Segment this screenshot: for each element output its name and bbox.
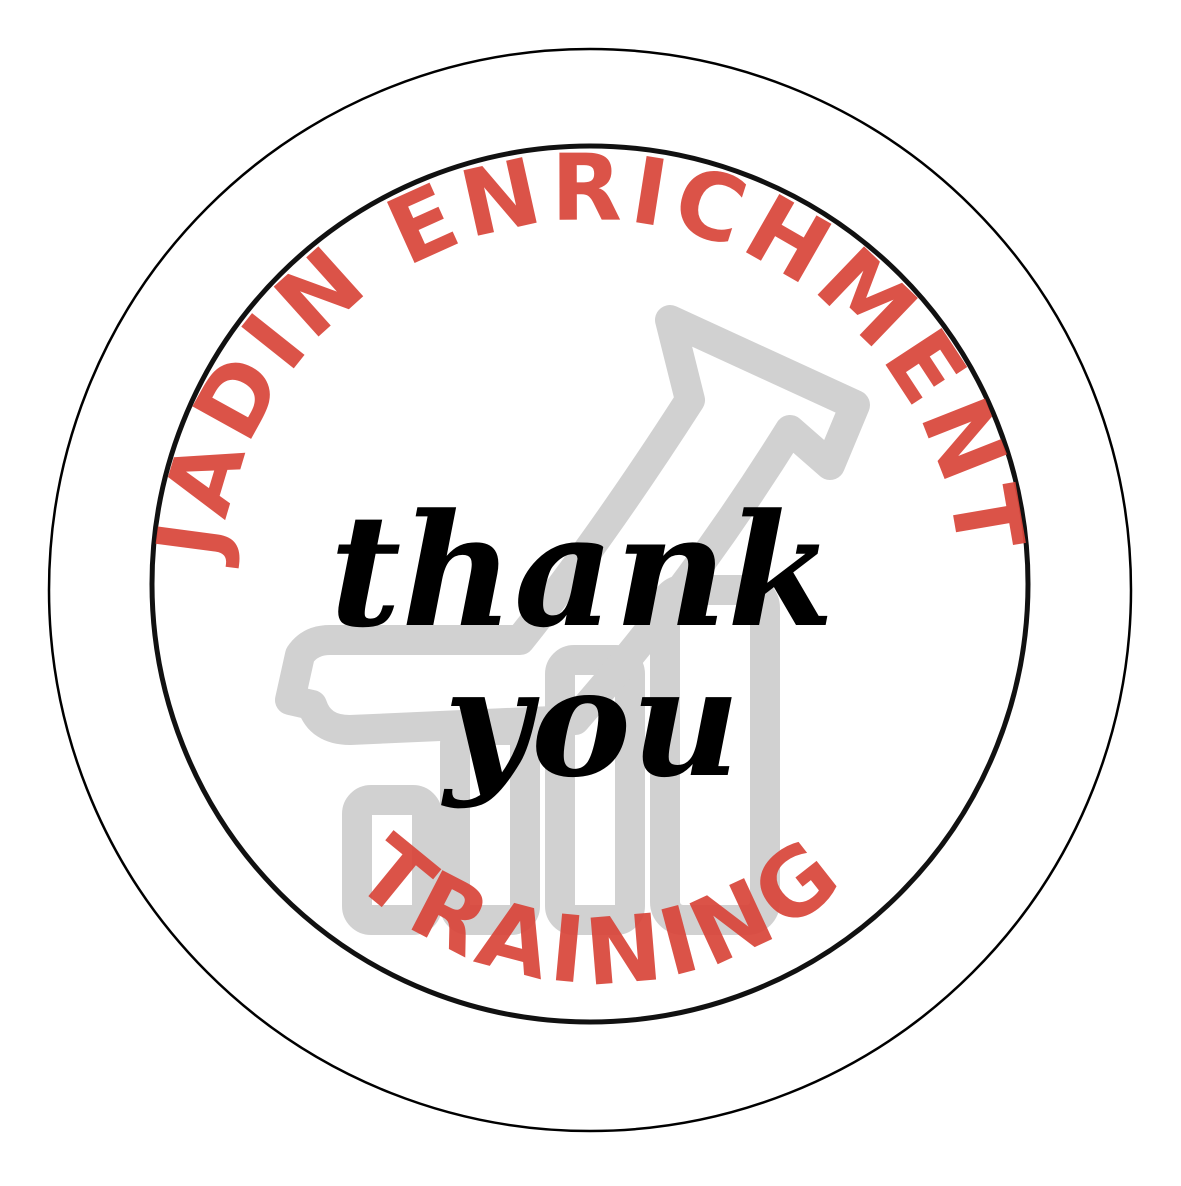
you-text: you [441,635,740,811]
sticker-badge: JADIN ENRICHMENT TRAINING thank you [0,0,1181,1181]
badge-graphic: JADIN ENRICHMENT TRAINING thank you [47,47,1133,1133]
